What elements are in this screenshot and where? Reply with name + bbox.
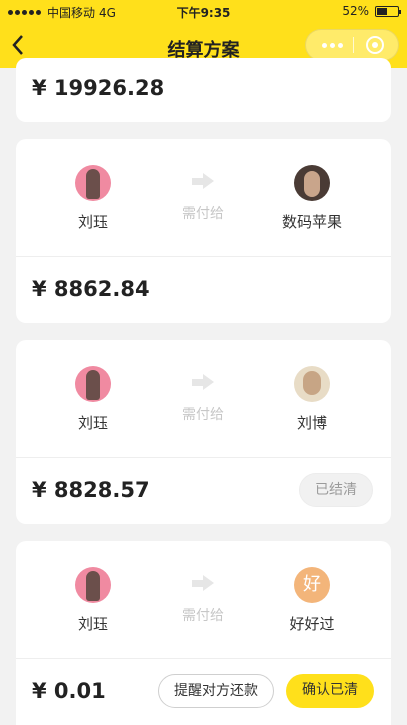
more-button[interactable]	[322, 30, 343, 60]
avatar: 好	[294, 567, 330, 603]
battery-icon	[375, 5, 401, 17]
avatar	[75, 366, 111, 402]
arrow-right-icon	[192, 575, 214, 591]
amount-label: ¥ 8828.57	[32, 478, 150, 502]
payer-name: 刘珏	[77, 615, 108, 633]
payer: 刘珏	[43, 567, 143, 634]
payer-name: 刘珏	[77, 414, 108, 432]
pay-label: 需付给	[182, 407, 224, 423]
capsule-divider	[353, 37, 354, 53]
close-target-icon[interactable]	[366, 36, 384, 54]
payment-row: 刘珏 需付给 数码苹果	[16, 139, 391, 257]
avatar	[75, 165, 111, 201]
pay-direction: 需付给	[153, 374, 253, 424]
payment-row: 刘珏 需付给 刘博	[16, 340, 391, 458]
pay-label: 需付给	[182, 608, 224, 624]
settled-button[interactable]: 已结清	[299, 473, 373, 507]
payer: 刘珏	[43, 366, 143, 433]
payee: 数码苹果	[262, 165, 362, 232]
payment-row: 刘珏 需付给 好 好好过	[16, 541, 391, 659]
payee: 好 好好过	[262, 567, 362, 634]
remind-repay-button[interactable]: 提醒对方还款	[158, 674, 274, 708]
pay-direction: 需付给	[153, 173, 253, 223]
amount-label: ¥ 19926.28	[32, 76, 165, 100]
arrow-right-icon	[192, 173, 214, 189]
settlement-card-partial: ¥ 19926.28	[16, 58, 391, 122]
payee-name: 数码苹果	[281, 213, 342, 231]
status-bar: 中国移动 4G 下午9:35 52%	[0, 0, 407, 22]
settlement-card: 刘珏 需付给 数码苹果 ¥ 8862.84	[16, 139, 391, 323]
payee: 刘博	[262, 366, 362, 433]
miniprogram-capsule	[305, 29, 399, 61]
arrow-right-icon	[192, 374, 214, 390]
settlement-card: 刘珏 需付给 刘博 ¥ 8828.57 已结清	[16, 340, 391, 524]
avatar	[75, 567, 111, 603]
pay-direction: 需付给	[153, 575, 253, 625]
avatar	[294, 366, 330, 402]
payer-name: 刘珏	[77, 213, 108, 231]
amount-label: ¥ 8862.84	[32, 277, 150, 301]
payee-name: 好好过	[289, 615, 335, 633]
settlement-card: 刘珏 需付给 好 好好过 ¥ 0.01 提醒对方还款 确认已清	[16, 541, 391, 725]
amount-label: ¥ 0.01	[32, 679, 106, 703]
pay-label: 需付给	[182, 206, 224, 222]
payee-name: 刘博	[296, 414, 327, 432]
payer: 刘珏	[43, 165, 143, 232]
battery-percent: 52%	[342, 4, 369, 18]
avatar	[294, 165, 330, 201]
confirm-settled-button[interactable]: 确认已清	[286, 674, 374, 708]
